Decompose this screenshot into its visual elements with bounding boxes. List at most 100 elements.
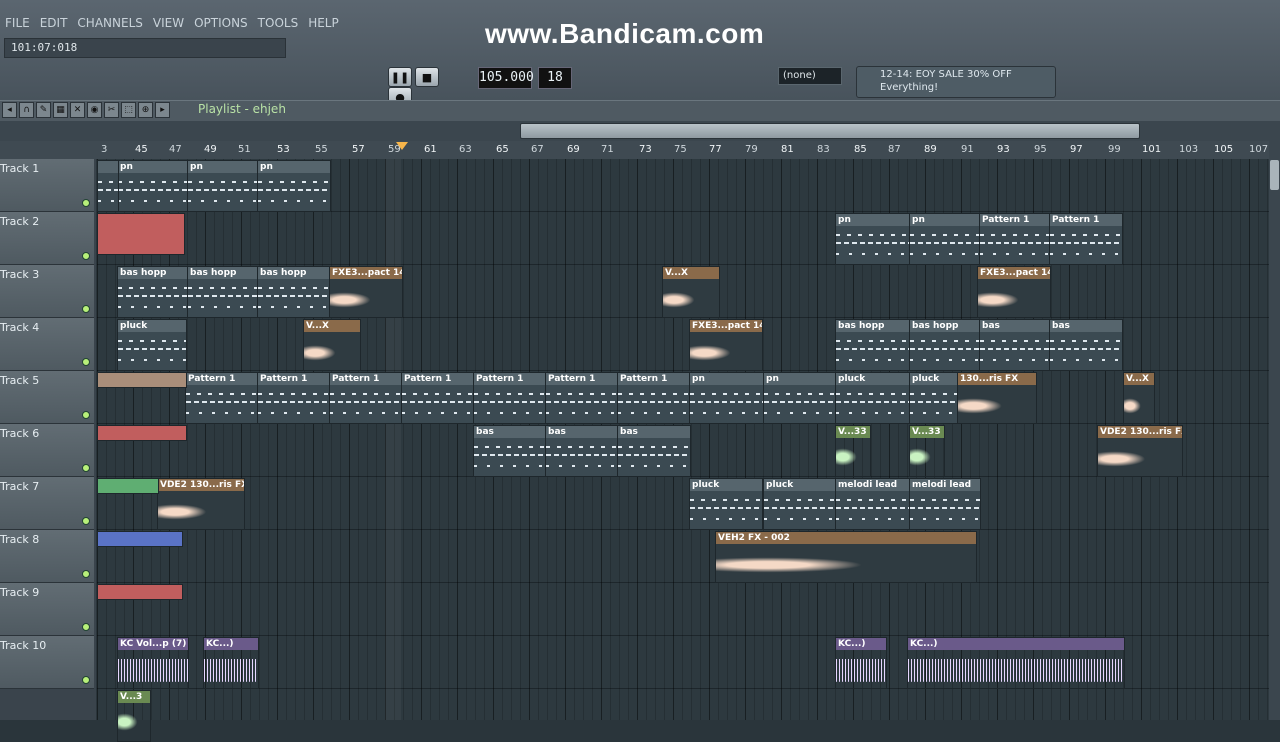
track-header[interactable]: Track 3	[0, 265, 94, 318]
audio-clip[interactable]: 130...ris FX	[957, 372, 1037, 424]
audio-clip[interactable]: KC...)	[907, 637, 1125, 689]
select-icon[interactable]: ⬚	[121, 102, 136, 118]
pattern-clip[interactable]: pn	[689, 372, 765, 424]
pattern-clip[interactable]: bas	[979, 319, 1051, 371]
timeline-ruler[interactable]: 3 45 47 49 51 53 55 57 59 61 63 65 67 69 71 73 75 77 79 81 8…	[97, 141, 1269, 160]
draw-icon[interactable]: ✎	[36, 102, 51, 118]
audio-clip[interactable]: VDE2 130...ris FX	[1097, 425, 1183, 477]
audio-clip[interactable]: FXE3...pact 14	[329, 266, 403, 318]
track-header[interactable]: Track 5	[0, 371, 94, 424]
pattern-clip[interactable]: Pattern 1	[1049, 213, 1123, 265]
horizontal-scrollbar[interactable]	[520, 123, 1140, 139]
track-header[interactable]: Track 8	[0, 530, 94, 583]
pattern-clip[interactable]: bas	[1049, 319, 1123, 371]
menu-view[interactable]: VIEW	[148, 14, 189, 32]
pattern-clip[interactable]: pn	[909, 213, 981, 265]
track-header[interactable]: Track 2	[0, 212, 94, 265]
pattern-clip[interactable]: Pattern 1	[401, 372, 475, 424]
track-enable-led-icon[interactable]	[82, 252, 90, 260]
magnet-icon[interactable]: ∩	[19, 102, 34, 118]
track-enable-led-icon[interactable]	[82, 358, 90, 366]
menu-file[interactable]: FILE	[0, 14, 35, 32]
automation-clip[interactable]	[97, 478, 159, 494]
pattern-clip[interactable]: pluck	[835, 372, 911, 424]
audio-clip[interactable]: VEH2 FX - 002	[715, 531, 977, 583]
menu-edit[interactable]: EDIT	[35, 14, 73, 32]
automation-clip[interactable]	[97, 213, 185, 255]
track-enable-led-icon[interactable]	[82, 464, 90, 472]
automation-clip[interactable]	[97, 584, 183, 600]
pattern-clip[interactable]: Pattern 1	[185, 372, 259, 424]
menu-channels[interactable]: CHANNELS	[72, 14, 147, 32]
pattern-clip[interactable]: bas hopp	[835, 319, 911, 371]
track-enable-led-icon[interactable]	[82, 517, 90, 525]
pattern-select[interactable]: (none)	[778, 67, 842, 85]
automation-clip[interactable]	[97, 425, 187, 441]
pattern-clip[interactable]: bas hopp	[909, 319, 981, 371]
menu-help[interactable]: HELP	[303, 14, 344, 32]
track-header[interactable]: Track 4	[0, 318, 94, 371]
pattern-clip[interactable]: Pattern 1	[617, 372, 691, 424]
pattern-clip[interactable]: Pattern 1	[473, 372, 547, 424]
track-header[interactable]: Track 6	[0, 424, 94, 477]
menu-tools[interactable]: TOOLS	[253, 14, 304, 32]
track-enable-led-icon[interactable]	[82, 623, 90, 631]
pattern-clip[interactable]: melodi lead	[835, 478, 911, 530]
pattern-clip[interactable]: bas	[545, 425, 619, 477]
track-enable-led-icon[interactable]	[82, 199, 90, 207]
pattern-number-display[interactable]: 18	[538, 67, 572, 89]
tempo-display[interactable]: 105.000	[478, 67, 534, 89]
audio-clip[interactable]: VDE2 130...ris FX	[157, 478, 245, 530]
song-position-marker-icon[interactable]	[396, 142, 408, 150]
automation-clip[interactable]	[97, 372, 187, 388]
pattern-clip[interactable]	[97, 160, 119, 212]
audio-clip[interactable]: FXE3...pact 14	[689, 319, 763, 371]
pattern-clip[interactable]: bas hopp	[117, 266, 189, 318]
vertical-scrollbar[interactable]	[1269, 121, 1280, 720]
mute-icon[interactable]: ◉	[87, 102, 102, 118]
zoom-icon[interactable]: ⊕	[138, 102, 153, 118]
pattern-clip[interactable]: melodi lead	[909, 478, 981, 530]
audio-clip[interactable]: V...33	[909, 425, 945, 477]
pattern-clip[interactable]: pn	[117, 160, 189, 212]
stop-button[interactable]: ■	[415, 67, 439, 87]
pause-button[interactable]: ❚❚	[388, 67, 412, 87]
pattern-clip[interactable]: bas	[617, 425, 691, 477]
audio-clip[interactable]: V...X	[303, 319, 361, 371]
pattern-clip[interactable]: bas hopp	[257, 266, 331, 318]
track-enable-led-icon[interactable]	[82, 676, 90, 684]
pattern-clip[interactable]: pn	[187, 160, 259, 212]
audio-clip[interactable]: V...33	[835, 425, 871, 477]
audio-clip[interactable]: V...X	[1123, 372, 1155, 424]
menu-options[interactable]: OPTIONS	[189, 14, 253, 32]
audio-clip[interactable]: V...X	[662, 266, 720, 318]
pattern-clip[interactable]: bas	[473, 425, 547, 477]
track-enable-led-icon[interactable]	[82, 305, 90, 313]
track-header[interactable]: Track 7	[0, 477, 94, 530]
pattern-clip[interactable]: Pattern 1	[257, 372, 331, 424]
paint-icon[interactable]: ▦	[53, 102, 68, 118]
track-header[interactable]: Track 9	[0, 583, 94, 636]
track-enable-led-icon[interactable]	[82, 570, 90, 578]
pattern-clip[interactable]: pluck	[117, 319, 187, 371]
pattern-clip[interactable]: Pattern 1	[979, 213, 1051, 265]
delete-icon[interactable]: ✕	[70, 102, 85, 118]
audio-clip[interactable]: V...3	[117, 690, 151, 742]
track-header[interactable]: Track 10	[0, 636, 94, 689]
pattern-clip[interactable]: pn	[257, 160, 331, 212]
audio-clip[interactable]: KC Vol...p (7)	[117, 637, 189, 689]
menu-arrow-icon[interactable]: ◂	[2, 102, 17, 118]
pattern-clip[interactable]: pluck	[763, 478, 837, 530]
track-enable-led-icon[interactable]	[82, 411, 90, 419]
pattern-clip[interactable]: pluck	[689, 478, 763, 530]
playlist-grid[interactable]: pn pn pn pn pn Pattern 1 Pattern 1 bas hopp bas …	[97, 159, 1269, 742]
pattern-clip[interactable]: bas hopp	[187, 266, 259, 318]
slice-icon[interactable]: ✂	[104, 102, 119, 118]
audio-clip[interactable]: KC...)	[835, 637, 887, 689]
play-icon[interactable]: ▸	[155, 102, 170, 118]
audio-clip[interactable]: FXE3...pact 14	[977, 266, 1051, 318]
track-header[interactable]: Track 1	[0, 159, 94, 212]
pattern-clip[interactable]: pn	[835, 213, 911, 265]
pattern-clip[interactable]: Pattern 1	[545, 372, 619, 424]
automation-clip[interactable]	[97, 531, 183, 547]
